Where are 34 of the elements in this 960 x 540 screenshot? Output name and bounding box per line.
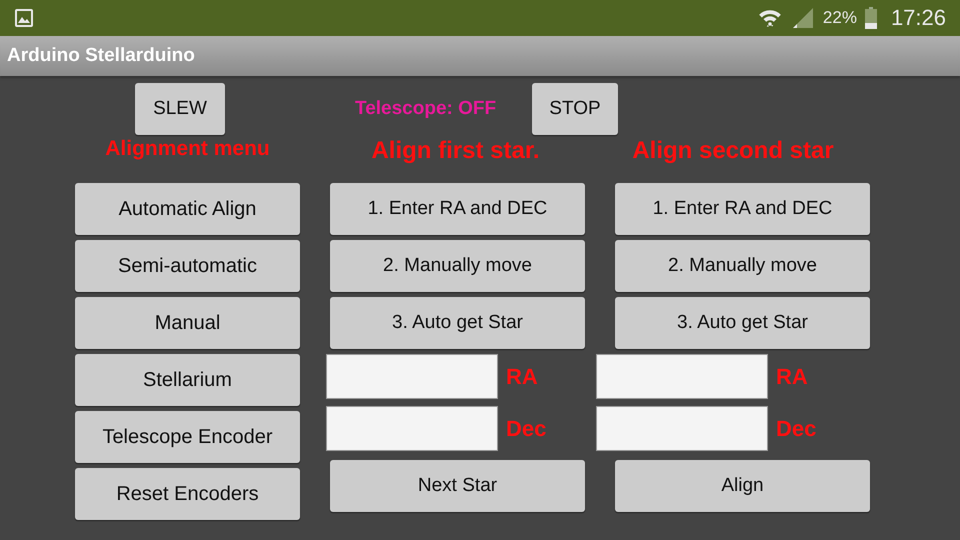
menu-button[interactable]: Manual	[75, 297, 300, 349]
step-button[interactable]: 2. Manually move	[615, 240, 870, 292]
input-field[interactable]	[326, 406, 498, 451]
menu-button[interactable]: Reset Encoders	[75, 468, 300, 520]
stop-button[interactable]: STOP	[532, 83, 618, 135]
signal-icon	[790, 6, 815, 30]
slew-button[interactable]: SLEW	[135, 83, 225, 135]
step-button[interactable]: 3. Auto get Star	[615, 297, 870, 349]
field-label: Dec	[776, 416, 816, 442]
menu-button[interactable]: Semi-automatic	[75, 240, 300, 292]
step-button[interactable]: 2. Manually move	[330, 240, 585, 292]
action-button[interactable]: Next Star	[330, 460, 585, 512]
clock: 17:26	[890, 5, 946, 31]
menu-button[interactable]: Automatic Align	[75, 183, 300, 235]
section-heading: Align second star	[632, 136, 834, 166]
input-field[interactable]	[326, 354, 498, 399]
menu-button[interactable]: Stellarium	[75, 354, 300, 406]
step-button[interactable]: 1. Enter RA and DEC	[615, 183, 870, 235]
app-title: Arduino Stellarduino	[7, 45, 195, 67]
telescope-status: Telescope: OFF	[355, 98, 498, 120]
step-button[interactable]: 3. Auto get Star	[330, 297, 585, 349]
section-heading: Alignment menu	[105, 136, 270, 162]
section-heading: Align first star.	[371, 136, 540, 166]
gallery-icon	[14, 8, 34, 28]
menu-button[interactable]: Telescope Encoder	[75, 411, 300, 463]
input-field[interactable]	[596, 354, 768, 399]
action-button[interactable]: Align	[615, 460, 870, 512]
field-label: RA	[776, 364, 808, 390]
battery-icon	[864, 7, 877, 29]
field-label: Dec	[506, 416, 546, 442]
battery-percent: 22%	[822, 8, 857, 28]
input-field[interactable]	[596, 406, 768, 451]
step-button[interactable]: 1. Enter RA and DEC	[330, 183, 585, 235]
field-label: RA	[506, 364, 538, 390]
